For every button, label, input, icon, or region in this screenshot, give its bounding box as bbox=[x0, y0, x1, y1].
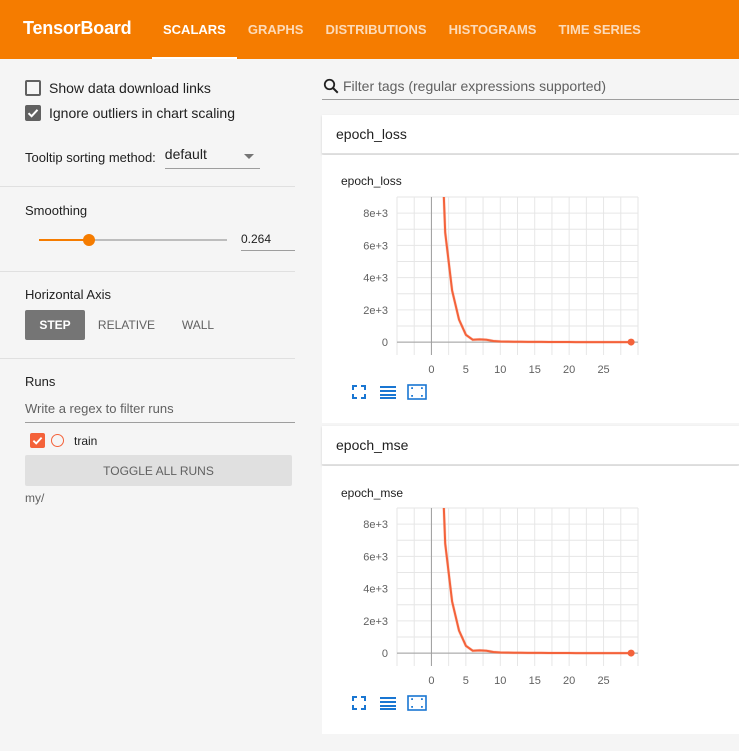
tab-scalars[interactable]: SCALARS bbox=[152, 0, 237, 59]
app-title: TensorBoard bbox=[23, 18, 132, 38]
x-tick-label: 15 bbox=[529, 675, 541, 686]
group-header-epoch-loss[interactable]: epoch_loss bbox=[322, 115, 739, 154]
y-tick-label: 8e+3 bbox=[363, 208, 388, 220]
raw-series-line bbox=[442, 508, 632, 655]
smoothing-value-input[interactable]: 0.264 bbox=[241, 229, 295, 251]
line-chart[interactable]: 0 2e+3 4e+3 6e+3 8e+3 0 5 10 15 20 25 bbox=[322, 155, 739, 375]
fit-domain-icon[interactable] bbox=[407, 694, 427, 712]
horizontal-axis-label: Horizontal Axis bbox=[25, 287, 111, 302]
chart-actions bbox=[349, 694, 436, 712]
line-chart[interactable]: 0 2e+3 4e+3 6e+3 8e+3 0 5 10 15 20 25 bbox=[322, 466, 739, 686]
tooltip-sorting-select[interactable]: default bbox=[164, 145, 260, 169]
x-tick-label: 10 bbox=[494, 675, 506, 686]
chart-actions bbox=[349, 383, 436, 401]
fit-domain-icon[interactable] bbox=[407, 383, 427, 401]
sidebar: Show data download links Ignore outliers… bbox=[0, 59, 310, 751]
toggle-log-scale-icon[interactable] bbox=[378, 383, 398, 401]
y-tick-label: 0 bbox=[382, 337, 388, 349]
smoothing-label: Smoothing bbox=[25, 203, 88, 218]
y-tick-label: 4e+3 bbox=[363, 273, 388, 285]
toggle-all-runs-button[interactable]: TOGGLE ALL RUNS bbox=[25, 455, 292, 486]
runs-prefix: my/ bbox=[25, 491, 45, 505]
nav-tabs: SCALARS GRAPHS DISTRIBUTIONS HISTOGRAMS … bbox=[152, 0, 652, 59]
expand-icon[interactable] bbox=[349, 383, 369, 401]
check-icon bbox=[27, 109, 39, 118]
axis-relative-button[interactable]: RELATIVE bbox=[85, 310, 168, 340]
ignore-outliers-row[interactable]: Ignore outliers in chart scaling bbox=[25, 105, 235, 121]
tag-filter-input[interactable]: Filter tags (regular expressions support… bbox=[343, 78, 606, 94]
x-tick-label: 0 bbox=[428, 364, 434, 375]
ignore-outliers-label: Ignore outliers in chart scaling bbox=[49, 105, 235, 121]
y-tick-label: 2e+3 bbox=[363, 305, 388, 317]
x-tick-label: 20 bbox=[563, 364, 575, 375]
series-line-train bbox=[442, 197, 632, 344]
x-tick-label: 25 bbox=[597, 675, 609, 686]
tag-filter[interactable]: Filter tags (regular expressions support… bbox=[322, 72, 739, 100]
runs-label: Runs bbox=[25, 374, 56, 389]
x-tick-label: 5 bbox=[463, 675, 469, 686]
show-download-links-checkbox[interactable] bbox=[25, 80, 41, 96]
ignore-outliers-checkbox[interactable] bbox=[25, 105, 41, 121]
smoothing-slider-thumb[interactable] bbox=[82, 234, 95, 246]
y-tick-label: 4e+3 bbox=[363, 584, 388, 596]
check-icon bbox=[32, 436, 43, 445]
raw-series-line bbox=[442, 197, 632, 344]
tooltip-sorting-value: default bbox=[164, 146, 207, 162]
tab-time-series[interactable]: TIME SERIES bbox=[547, 0, 651, 59]
dropdown-arrow-icon bbox=[243, 154, 254, 159]
expand-icon[interactable] bbox=[349, 694, 369, 712]
series-line-train bbox=[442, 508, 632, 655]
tooltip-sorting-label: Tooltip sorting method: bbox=[25, 149, 156, 165]
show-download-links-label: Show data download links bbox=[49, 80, 211, 96]
toggle-log-scale-icon[interactable] bbox=[378, 694, 398, 712]
run-checkbox[interactable] bbox=[30, 433, 45, 448]
top-bar: TensorBoard SCALARS GRAPHS DISTRIBUTIONS… bbox=[0, 0, 739, 59]
tab-graphs[interactable]: GRAPHS bbox=[237, 0, 315, 59]
run-item-train[interactable]: train bbox=[30, 433, 97, 448]
axis-wall-button[interactable]: WALL bbox=[168, 310, 228, 340]
divider bbox=[0, 358, 295, 359]
y-tick-label: 0 bbox=[382, 648, 388, 660]
y-tick-label: 2e+3 bbox=[363, 616, 388, 628]
y-tick-label: 6e+3 bbox=[363, 240, 388, 252]
chart-card-epoch-loss: epoch_loss 0 2e+3 4e+3 6e+3 8e+3 0 5 10 15 20 25 bbox=[322, 155, 739, 423]
axis-step-button[interactable]: STEP bbox=[25, 310, 85, 340]
series-end-point bbox=[627, 649, 635, 657]
smoothing-slider-fill bbox=[39, 239, 89, 241]
x-tick-label: 15 bbox=[529, 364, 541, 375]
x-tick-label: 0 bbox=[428, 675, 434, 686]
search-icon bbox=[323, 78, 339, 93]
tab-histograms[interactable]: HISTOGRAMS bbox=[438, 0, 548, 59]
x-tick-label: 25 bbox=[597, 364, 609, 375]
tab-distributions[interactable]: DISTRIBUTIONS bbox=[314, 0, 437, 59]
y-tick-label: 6e+3 bbox=[363, 551, 388, 563]
run-name: train bbox=[74, 433, 98, 448]
y-tick-label: 8e+3 bbox=[363, 519, 388, 531]
tooltip-sorting-row: Tooltip sorting method: default bbox=[25, 145, 260, 169]
divider bbox=[0, 186, 295, 187]
x-tick-label: 5 bbox=[463, 364, 469, 375]
runs-filter-input[interactable]: Write a regex to filter runs bbox=[25, 397, 295, 423]
smoothing-slider[interactable] bbox=[39, 234, 227, 246]
run-color-circle-icon[interactable] bbox=[51, 434, 64, 447]
divider bbox=[0, 271, 295, 272]
series-end-point bbox=[627, 338, 635, 346]
group-header-epoch-mse[interactable]: epoch_mse bbox=[322, 426, 739, 465]
x-tick-label: 20 bbox=[563, 675, 575, 686]
show-download-links-row[interactable]: Show data download links bbox=[25, 80, 211, 96]
chart-card-epoch-mse: epoch_mse 0 2e+3 4e+3 6e+3 8e+3 0 5 10 15 20 25 bbox=[322, 466, 739, 734]
x-tick-label: 10 bbox=[494, 364, 506, 375]
horizontal-axis-selector: STEP RELATIVE WALL bbox=[25, 310, 228, 340]
